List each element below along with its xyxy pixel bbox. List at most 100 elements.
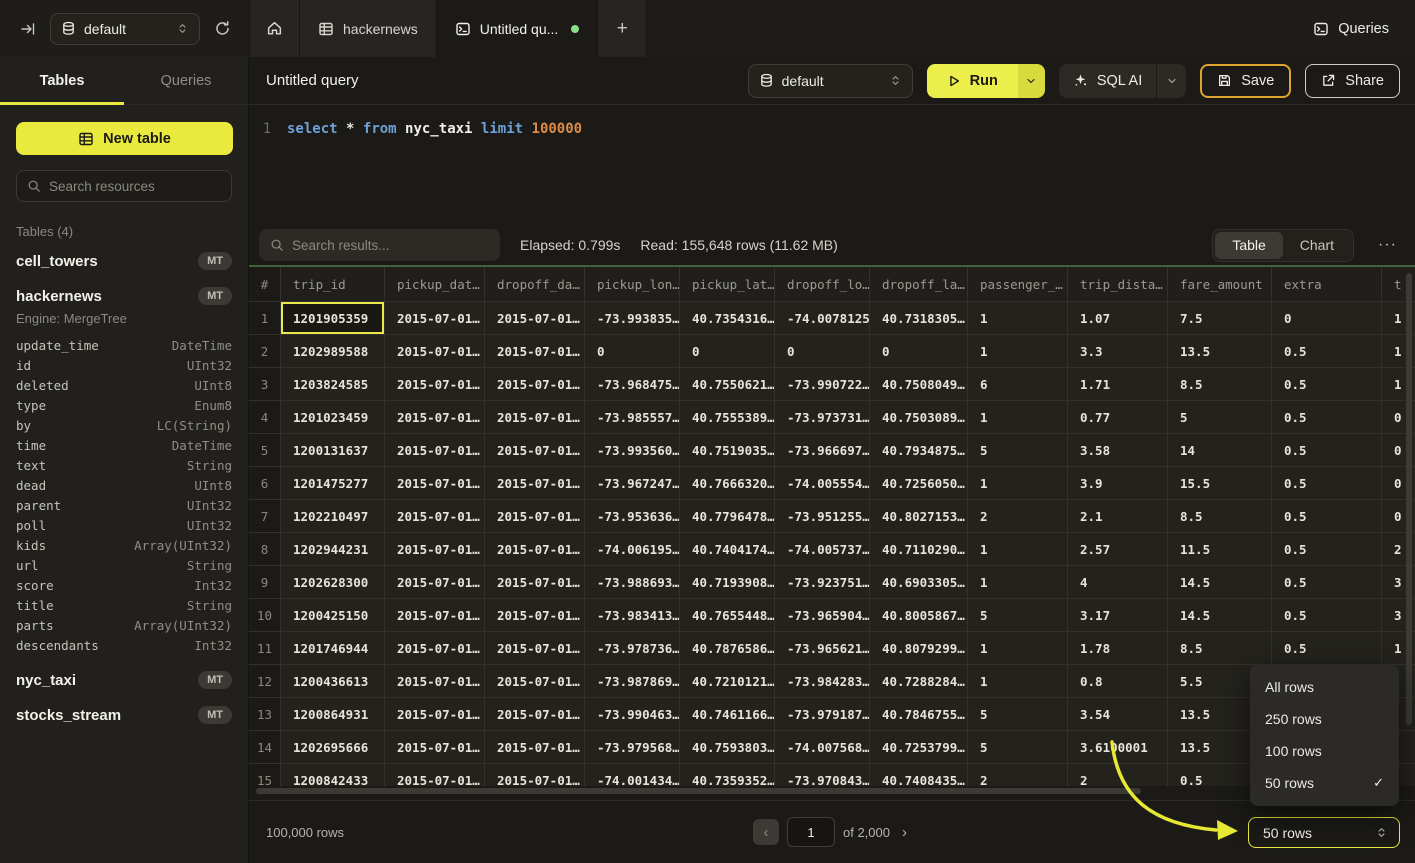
table-cell[interactable]: 2015-07-01… bbox=[385, 302, 485, 335]
table-cell[interactable]: -73.968475… bbox=[585, 368, 680, 401]
save-button[interactable]: Save bbox=[1200, 64, 1291, 98]
table-cell[interactable]: 2015-07-01… bbox=[485, 335, 585, 368]
table-cell[interactable]: 40.7110290… bbox=[870, 533, 968, 566]
collapse-sidebar-icon[interactable] bbox=[20, 21, 36, 37]
table-cell[interactable]: 40.7519035… bbox=[680, 434, 775, 467]
table-cell[interactable]: -74.007568… bbox=[775, 731, 870, 764]
view-tab-table[interactable]: Table bbox=[1215, 232, 1282, 259]
table-cell[interactable]: 2015-07-01… bbox=[485, 500, 585, 533]
table-cell[interactable]: -73.973731… bbox=[775, 401, 870, 434]
table-cell[interactable]: 1.78 bbox=[1068, 632, 1168, 665]
table-cell[interactable]: 2015-07-01… bbox=[485, 632, 585, 665]
menu-item[interactable]: 250 rows ✓ bbox=[1250, 703, 1399, 735]
tab-hackernews[interactable]: hackernews bbox=[299, 0, 436, 57]
table-cell[interactable]: 1200864931 bbox=[281, 698, 385, 731]
table-cell[interactable]: 1201023459 bbox=[281, 401, 385, 434]
table-cell[interactable]: 13.5 bbox=[1168, 335, 1272, 368]
table-cell[interactable]: 1 bbox=[968, 302, 1068, 335]
table-cell[interactable]: -74.005554… bbox=[775, 467, 870, 500]
table-cell[interactable]: 2015-07-01… bbox=[385, 467, 485, 500]
table-cell[interactable]: -73.979187… bbox=[775, 698, 870, 731]
column-header[interactable]: passenger_… bbox=[968, 267, 1068, 302]
run-button[interactable]: Run bbox=[927, 64, 1018, 98]
more-options-button[interactable]: ··· bbox=[1374, 236, 1401, 254]
sidebar-item-stocks-stream[interactable]: stocks_stream MT bbox=[16, 693, 232, 728]
sql-ai-button[interactable]: SQL AI bbox=[1059, 73, 1156, 89]
table-cell[interactable]: 2015-07-01… bbox=[385, 566, 485, 599]
table-cell[interactable]: 2 bbox=[1068, 764, 1168, 786]
table-cell[interactable]: 40.7210121… bbox=[680, 665, 775, 698]
table-cell[interactable]: 1 bbox=[968, 533, 1068, 566]
table-cell[interactable]: 0 bbox=[870, 335, 968, 368]
table-cell[interactable]: -73.953636… bbox=[585, 500, 680, 533]
table-cell[interactable]: 2015-07-01… bbox=[385, 368, 485, 401]
results-search-input[interactable] bbox=[292, 238, 489, 253]
table-cell[interactable]: 2015-07-01… bbox=[385, 434, 485, 467]
table-cell[interactable]: 1 bbox=[968, 401, 1068, 434]
table-cell[interactable]: 1.07 bbox=[1068, 302, 1168, 335]
table-cell[interactable]: 1202628300 bbox=[281, 566, 385, 599]
vertical-scrollbar[interactable] bbox=[1406, 273, 1412, 725]
table-cell[interactable]: 1202989588 bbox=[281, 335, 385, 368]
table-cell[interactable]: 2015-07-01… bbox=[385, 335, 485, 368]
table-cell[interactable]: 3.9 bbox=[1068, 467, 1168, 500]
table-cell[interactable]: 2015-07-01… bbox=[385, 599, 485, 632]
menu-item[interactable]: 50 rows ✓ bbox=[1250, 767, 1399, 799]
table-cell[interactable]: -73.993835… bbox=[585, 302, 680, 335]
table-cell[interactable]: 2015-07-01… bbox=[385, 698, 485, 731]
table-cell[interactable]: 1 bbox=[968, 467, 1068, 500]
table-cell[interactable]: 2015-07-01… bbox=[485, 731, 585, 764]
table-cell[interactable]: 0 bbox=[775, 335, 870, 368]
table-cell[interactable]: -73.970843… bbox=[775, 764, 870, 786]
table-cell[interactable]: 2015-07-01… bbox=[385, 401, 485, 434]
table-cell[interactable]: -73.983413… bbox=[585, 599, 680, 632]
page-size-select[interactable]: 50 rows bbox=[1248, 817, 1400, 848]
table-cell[interactable]: -73.951255… bbox=[775, 500, 870, 533]
table-cell[interactable]: 2015-07-01… bbox=[485, 401, 585, 434]
column-header[interactable]: dropoff_lo… bbox=[775, 267, 870, 302]
table-cell[interactable]: -74.006195… bbox=[585, 533, 680, 566]
table-cell[interactable]: 0 bbox=[1272, 302, 1382, 335]
table-cell[interactable]: 40.7354316… bbox=[680, 302, 775, 335]
table-cell[interactable]: 7.5 bbox=[1168, 302, 1272, 335]
table-cell[interactable]: 40.7796478… bbox=[680, 500, 775, 533]
table-cell[interactable]: 40.8027153… bbox=[870, 500, 968, 533]
table-cell[interactable]: 40.7666320… bbox=[680, 467, 775, 500]
table-cell[interactable]: 0 bbox=[585, 335, 680, 368]
column-header[interactable]: extra bbox=[1272, 267, 1382, 302]
table-cell[interactable]: 2015-07-01… bbox=[385, 764, 485, 786]
table-cell[interactable]: 4 bbox=[1068, 566, 1168, 599]
table-cell[interactable]: 1 bbox=[968, 632, 1068, 665]
table-cell[interactable]: 40.7934875… bbox=[870, 434, 968, 467]
table-cell[interactable]: 1200425150 bbox=[281, 599, 385, 632]
table-cell[interactable]: -73.987869… bbox=[585, 665, 680, 698]
table-cell[interactable]: 40.7404174… bbox=[680, 533, 775, 566]
table-cell[interactable]: 0 bbox=[680, 335, 775, 368]
table-cell[interactable]: 0.5 bbox=[1272, 599, 1382, 632]
table-cell[interactable]: 40.7359352… bbox=[680, 764, 775, 786]
resource-search-input[interactable] bbox=[49, 179, 221, 194]
sidebar-item-nyc-taxi[interactable]: nyc_taxi MT bbox=[16, 658, 232, 693]
column-header[interactable]: pickup_lon… bbox=[585, 267, 680, 302]
run-options-button[interactable] bbox=[1018, 64, 1045, 98]
table-cell[interactable]: 8.5 bbox=[1168, 368, 1272, 401]
table-cell[interactable]: 0.5 bbox=[1272, 632, 1382, 665]
menu-item[interactable]: All rows ✓ bbox=[1250, 671, 1399, 703]
table-cell[interactable]: 5 bbox=[968, 599, 1068, 632]
resource-search[interactable] bbox=[16, 170, 232, 202]
table-cell[interactable]: 40.7508049… bbox=[870, 368, 968, 401]
table-cell[interactable]: 2015-07-01… bbox=[385, 500, 485, 533]
table-cell[interactable]: 1200842433 bbox=[281, 764, 385, 786]
table-cell[interactable]: 0.5 bbox=[1272, 500, 1382, 533]
table-cell[interactable]: 2015-07-01… bbox=[485, 764, 585, 786]
column-header[interactable]: trip_id bbox=[281, 267, 385, 302]
sidebar-tab-tables[interactable]: Tables bbox=[0, 57, 124, 104]
table-cell[interactable]: 1201475277 bbox=[281, 467, 385, 500]
table-cell[interactable]: -73.990463… bbox=[585, 698, 680, 731]
table-cell[interactable]: 3.3 bbox=[1068, 335, 1168, 368]
table-cell[interactable]: 2015-07-01… bbox=[485, 533, 585, 566]
table-cell[interactable]: 40.7550621… bbox=[680, 368, 775, 401]
horizontal-scrollbar[interactable] bbox=[256, 788, 1141, 794]
column-header[interactable]: pickup_lat… bbox=[680, 267, 775, 302]
table-cell[interactable]: 3.6100001 bbox=[1068, 731, 1168, 764]
